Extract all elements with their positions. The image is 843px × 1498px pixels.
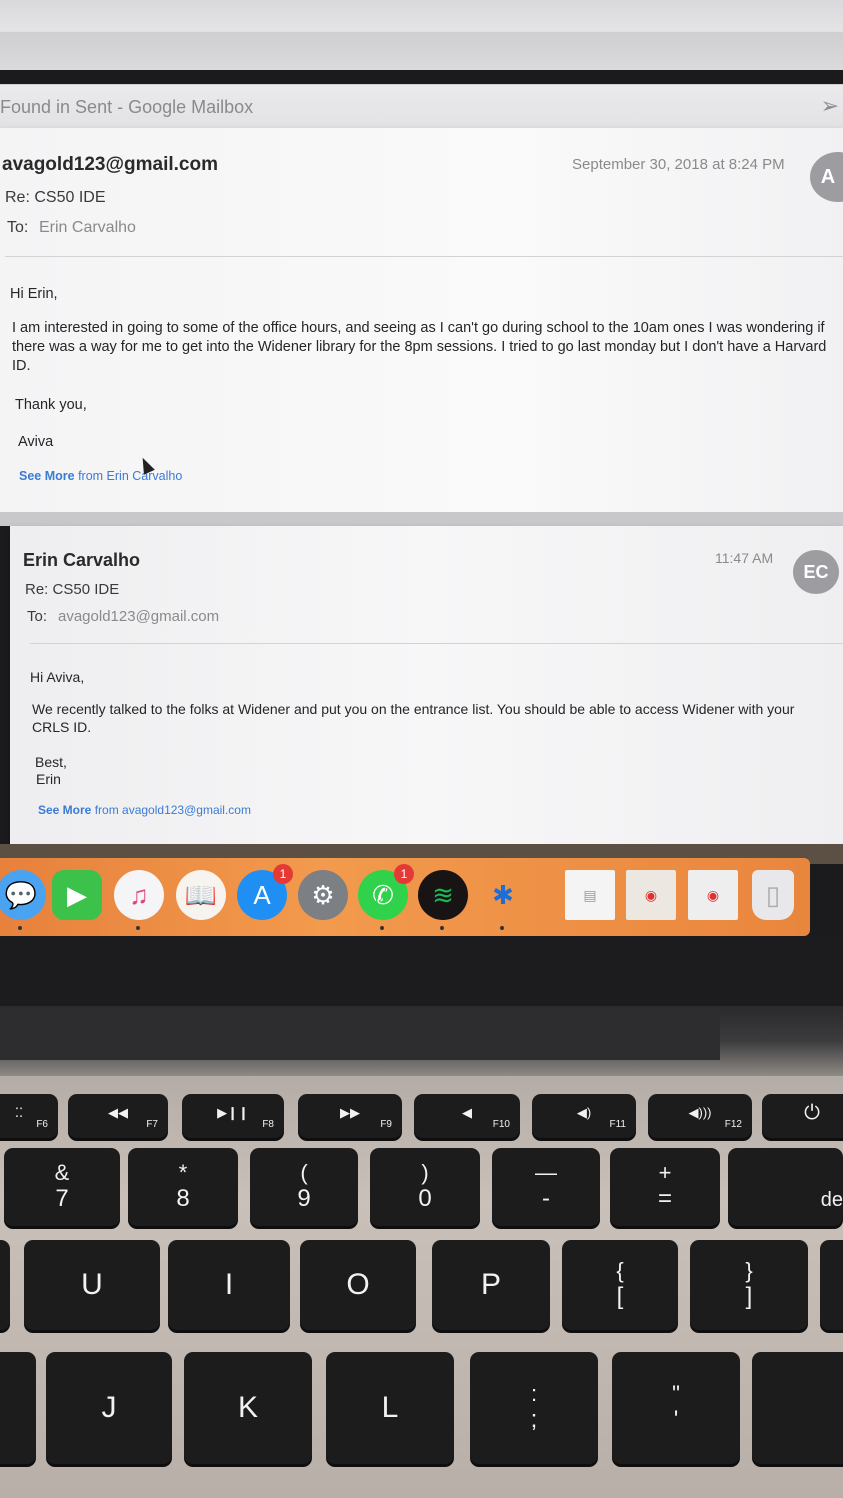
message-signature: Erin xyxy=(36,771,61,787)
key-delete[interactable]: de xyxy=(728,1148,843,1226)
key-j[interactable]: J xyxy=(46,1352,172,1464)
whatsapp-icon[interactable]: ✆ 1 xyxy=(358,864,414,930)
key-p[interactable]: P xyxy=(432,1240,550,1330)
key-8[interactable]: * 8 xyxy=(128,1148,238,1226)
dock: 💬 ▶ ♫ 📖 A1 ⚙ ✆ 1 ≋ ✱ ▤ ◉ ◉ ▯ xyxy=(0,858,810,936)
document-preview-icon[interactable]: ▤ xyxy=(565,870,615,920)
key-f9[interactable]: ▶▶ F9 xyxy=(298,1094,402,1138)
screen-bezel xyxy=(0,936,843,1006)
key-l[interactable]: L xyxy=(326,1352,454,1464)
bluetooth-file-exchange-icon[interactable]: ✱ xyxy=(478,870,528,930)
key-9[interactable]: (9 xyxy=(250,1148,358,1226)
key-right-bracket[interactable]: }] xyxy=(690,1240,808,1330)
message-closing: Thank you, xyxy=(15,397,87,413)
key-7[interactable]: & 7 xyxy=(4,1148,120,1226)
message-sender: Erin Carvalho xyxy=(23,550,141,570)
key-left-bracket[interactable]: {[ xyxy=(562,1240,678,1330)
message-body: I am interested in going to some of the … xyxy=(12,320,827,374)
key-f11[interactable]: ◀) F11 xyxy=(532,1094,636,1138)
facetime-icon[interactable]: ▶ xyxy=(52,870,102,920)
screen-top-bar xyxy=(0,0,843,70)
key-minus[interactable]: — - xyxy=(492,1148,600,1226)
avatar: A xyxy=(810,152,843,202)
mail-window-title: Found in Sent - Google Mailbox xyxy=(0,97,254,117)
divider xyxy=(30,643,843,644)
message-signature: Aviva xyxy=(18,434,54,450)
ibooks-icon[interactable]: 📖 xyxy=(176,870,226,920)
message-card: avagold123@gmail.com September 30, 2018 … xyxy=(0,128,843,512)
see-more-link[interactable]: See More from avagold123@gmail.com xyxy=(38,803,251,817)
send-icon[interactable]: ➢ xyxy=(821,93,839,119)
see-more-link[interactable]: See More from Erin Carvalho xyxy=(19,469,182,483)
key-o[interactable]: O xyxy=(300,1240,416,1330)
key-f8[interactable]: ▶❙❙ F8 xyxy=(182,1094,284,1138)
key-u[interactable]: U xyxy=(24,1240,160,1330)
message-subject: Re: CS50 IDE xyxy=(5,189,106,206)
key-k[interactable]: K xyxy=(184,1352,312,1464)
messages-icon[interactable]: 💬 xyxy=(0,870,46,930)
itunes-icon[interactable]: ♫ xyxy=(114,870,164,930)
key-f6[interactable]: ⁚⁚ F6 xyxy=(0,1094,58,1138)
mail-window-titlebar: Found in Sent - Google Mailbox ➢ xyxy=(0,84,843,129)
to-recipient[interactable]: avagold123@gmail.com xyxy=(58,608,219,625)
message-greeting: Hi Erin, xyxy=(10,286,58,302)
message-card: Erin Carvalho 11:47 AM EC Re: CS50 IDE T… xyxy=(10,526,843,844)
key-y[interactable] xyxy=(0,1240,10,1330)
system-preferences-icon[interactable]: ⚙ xyxy=(298,870,348,920)
trash-icon[interactable]: ▯ xyxy=(752,870,794,920)
key-backslash[interactable] xyxy=(820,1240,843,1330)
app-store-icon[interactable]: A1 xyxy=(237,864,293,920)
hinge-panel xyxy=(0,1010,720,1060)
to-recipient[interactable]: Erin Carvalho xyxy=(39,219,136,237)
power-key[interactable]: ⏻ xyxy=(762,1094,843,1138)
key-quote[interactable]: " ' xyxy=(612,1352,740,1464)
message-date: 11:47 AM xyxy=(715,550,774,566)
key-equals[interactable]: + = xyxy=(610,1148,720,1226)
key-f10[interactable]: ◀ F10 xyxy=(414,1094,520,1138)
divider xyxy=(5,256,843,257)
spotify-icon[interactable]: ≋ xyxy=(418,870,468,930)
to-label: To: xyxy=(27,608,48,625)
key-i[interactable]: I xyxy=(168,1240,290,1330)
key-f12[interactable]: ◀))) F12 xyxy=(648,1094,752,1138)
avatar: EC xyxy=(793,550,839,594)
key-0[interactable]: ) 0 xyxy=(370,1148,480,1226)
message-subject: Re: CS50 IDE xyxy=(25,581,120,598)
key-return[interactable] xyxy=(752,1352,843,1464)
key-h[interactable] xyxy=(0,1352,36,1464)
key-semicolon[interactable]: :; xyxy=(470,1352,598,1464)
key-f7[interactable]: ◀◀ F7 xyxy=(68,1094,168,1138)
message-separator xyxy=(0,512,843,526)
message-sender: avagold123@gmail.com xyxy=(2,154,218,175)
message-body: We recently talked to the folks at Widen… xyxy=(32,701,795,735)
notification-badge: 1 xyxy=(273,864,293,884)
message-date: September 30, 2018 at 8:24 PM xyxy=(572,156,785,173)
chrome-window-icon[interactable]: ◉ xyxy=(626,870,676,920)
notification-badge: 1 xyxy=(394,864,414,884)
message-greeting: Hi Aviva, xyxy=(30,669,85,685)
to-label: To: xyxy=(7,219,29,236)
chrome-window-icon[interactable]: ◉ xyxy=(688,870,738,920)
